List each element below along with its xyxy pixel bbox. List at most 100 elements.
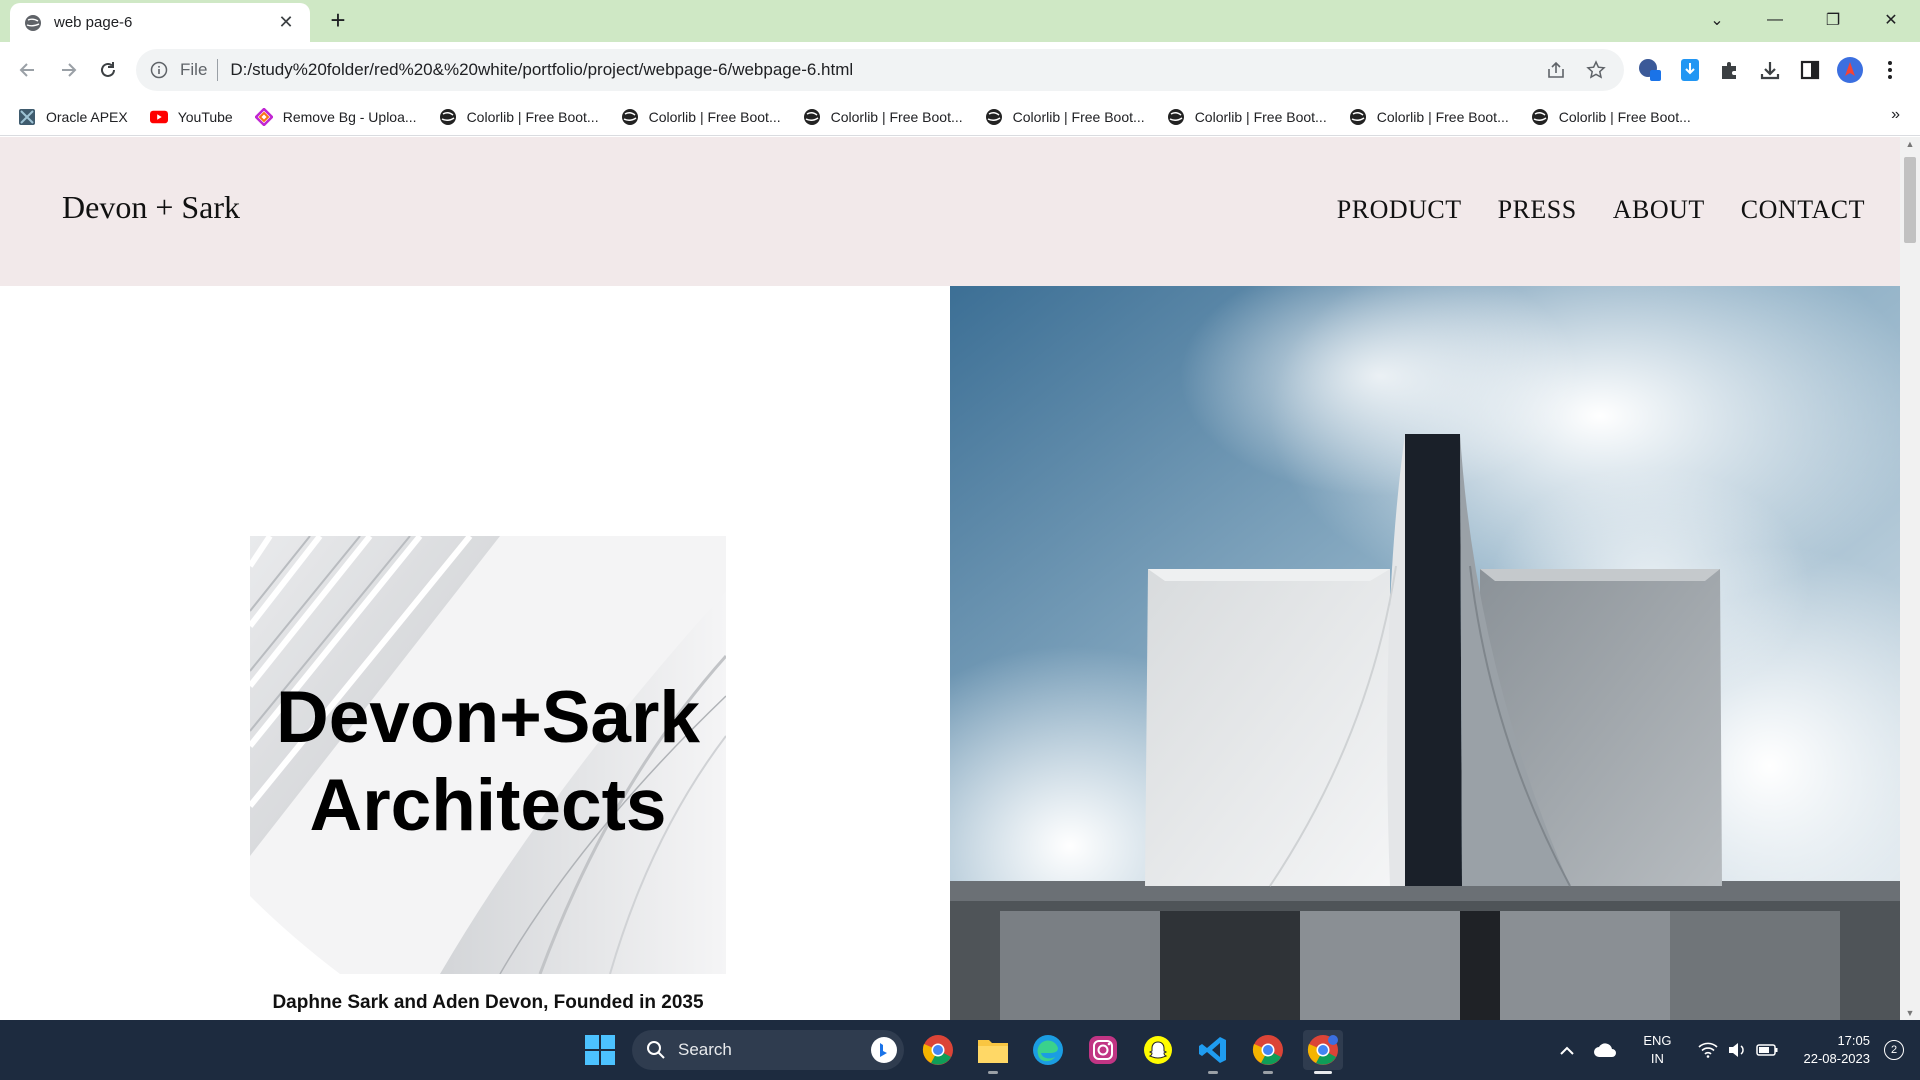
page-scrollbar[interactable]: ▲ ▼ [1900, 137, 1920, 1020]
scroll-up-arrow-icon[interactable]: ▲ [1905, 139, 1915, 149]
bookmark-item[interactable]: Remove Bg - Uploa... [254, 107, 417, 126]
reload-button[interactable] [92, 54, 124, 86]
taskbar-chrome-profile-active-icon[interactable] [1303, 1030, 1343, 1074]
bookmark-item[interactable]: Colorlib | Free Boot... [985, 108, 1145, 126]
clock-date: 22-08-2023 [1803, 1051, 1871, 1066]
colorlib-icon [1167, 108, 1185, 126]
page-viewport: Devon + Sark PRODUCT PRESS ABOUT CONTACT [0, 137, 1920, 1020]
tab-title: web page-6 [54, 14, 133, 31]
taskbar-chrome-icon[interactable] [918, 1030, 958, 1070]
bookmark-label: YouTube [177, 108, 233, 125]
colorlib-icon [439, 108, 457, 126]
site-header: Devon + Sark PRODUCT PRESS ABOUT CONTACT [0, 137, 1900, 286]
taskbar-snapchat-icon[interactable] [1138, 1030, 1178, 1070]
bookmark-label: Colorlib | Free Boot... [1012, 108, 1145, 125]
hero-right-panel [950, 286, 1900, 1020]
new-tab-button[interactable]: + [324, 6, 352, 34]
language-indicator[interactable]: ENG IN [1643, 1032, 1671, 1068]
downloads-icon[interactable] [1756, 54, 1784, 86]
info-icon[interactable] [150, 61, 168, 79]
onedrive-cloud-icon[interactable] [1593, 1042, 1617, 1058]
arrow-left-icon [19, 63, 34, 77]
close-tab-icon[interactable]: ✕ [276, 12, 296, 33]
system-tray: ENG IN 17:05 22-08-2023 2 [1559, 1020, 1920, 1080]
battery-icon[interactable] [1755, 1043, 1778, 1057]
url-text[interactable]: D:/study%20folder/red%20&%20white/portfo… [230, 60, 1544, 80]
taskbar-edge-icon[interactable] [1028, 1030, 1068, 1070]
forward-button[interactable] [52, 54, 84, 86]
site-logo[interactable]: Devon + Sark [62, 189, 240, 226]
bookmark-star-icon[interactable] [1584, 58, 1608, 82]
clock-time: 17:05 [1837, 1033, 1870, 1048]
colorlib-icon [1349, 108, 1367, 126]
restore-button[interactable]: ❐ [1804, 0, 1862, 40]
oracle-apex-icon [18, 108, 36, 126]
colorlib-icon [621, 108, 639, 126]
url-scheme: File [180, 60, 208, 79]
bookmark-item[interactable]: Oracle APEX [18, 108, 128, 126]
arrow-right-icon [62, 63, 77, 77]
bookmarks-overflow-button[interactable]: » [1891, 106, 1900, 124]
hero-title-line-2: Architects [309, 765, 667, 846]
browser-toolbar: File D:/study%20folder/red%20&%20white/p… [0, 42, 1920, 98]
bookmark-item[interactable]: Colorlib | Free Boot... [621, 108, 781, 126]
profile-avatar-icon[interactable] [1836, 54, 1864, 86]
scroll-down-arrow-icon[interactable]: ▼ [1905, 1008, 1915, 1018]
taskbar-vscode-icon[interactable] [1193, 1030, 1233, 1074]
system-clock[interactable]: 17:05 22-08-2023 [1804, 1032, 1871, 1068]
bookmark-item[interactable]: YouTube [149, 108, 233, 126]
removebg-icon [254, 107, 273, 126]
scrollbar-thumb[interactable] [1904, 157, 1916, 243]
windows-start-icon[interactable] [584, 1034, 616, 1066]
windows-taskbar: Search ENG IN 17:05 22-08-2023 2 [0, 1020, 1920, 1080]
bookmark-item[interactable]: Colorlib | Free Boot... [1531, 108, 1691, 126]
address-bar[interactable]: File D:/study%20folder/red%20&%20white/p… [136, 49, 1624, 91]
volume-icon[interactable] [1728, 1042, 1746, 1058]
hero-subtitle: Daphne Sark and Aden Devon, Founded in 2… [272, 992, 704, 1013]
site-nav: PRODUCT PRESS ABOUT CONTACT [1337, 195, 1865, 225]
running-indicator [988, 1071, 998, 1074]
colorlib-icon [985, 108, 1003, 126]
bookmark-label: Remove Bg - Uploa... [282, 108, 417, 125]
taskbar-chrome-2-icon[interactable] [1248, 1030, 1288, 1074]
back-button[interactable] [12, 54, 44, 86]
language-code: ENG [1643, 1033, 1672, 1048]
taskbar-file-explorer-icon[interactable] [973, 1030, 1013, 1074]
browser-menu-icon[interactable] [1876, 54, 1904, 86]
puzzle-extensions-icon[interactable] [1716, 54, 1744, 86]
window-controls: ⌄ — ❐ ✕ [1688, 0, 1920, 40]
running-indicator [1208, 1071, 1218, 1074]
extension-badge-icon[interactable] [1636, 54, 1664, 86]
bookmark-label: Colorlib | Free Boot... [1376, 108, 1509, 125]
side-panel-icon[interactable] [1796, 54, 1824, 86]
download-extension-icon[interactable] [1676, 54, 1704, 86]
bing-icon[interactable] [870, 1036, 898, 1064]
taskbar-apps [918, 1030, 1343, 1074]
tab-search-chevron-icon[interactable]: ⌄ [1688, 0, 1746, 40]
browser-tab-strip: web page-6 ✕ + ⌄ — ❐ ✕ [0, 0, 1920, 42]
hero-architecture-card: Devon+Sark Architects [250, 536, 726, 974]
browser-tab-active[interactable]: web page-6 ✕ [10, 3, 310, 42]
taskbar-instagram-icon[interactable] [1083, 1030, 1123, 1070]
close-window-button[interactable]: ✕ [1862, 0, 1920, 40]
bookmark-label: Colorlib | Free Boot... [1558, 108, 1691, 125]
bookmark-item[interactable]: Colorlib | Free Boot... [1167, 108, 1327, 126]
running-indicator-active [1314, 1071, 1332, 1074]
notification-count-badge[interactable]: 2 [1884, 1040, 1904, 1060]
bookmark-item[interactable]: Colorlib | Free Boot... [1349, 108, 1509, 126]
nav-link-contact[interactable]: CONTACT [1741, 195, 1865, 225]
nav-link-product[interactable]: PRODUCT [1337, 195, 1462, 225]
share-icon[interactable] [1544, 58, 1568, 82]
building-photo [950, 286, 1900, 1020]
taskbar-search-box[interactable]: Search [632, 1030, 904, 1070]
bookmark-item[interactable]: Colorlib | Free Boot... [803, 108, 963, 126]
minimize-button[interactable]: — [1746, 0, 1804, 40]
colorlib-icon [803, 108, 821, 126]
nav-link-about[interactable]: ABOUT [1613, 195, 1705, 225]
bookmark-item[interactable]: Colorlib | Free Boot... [439, 108, 599, 126]
hero-left-panel: Devon+Sark Architects Daphne Sark and Ad… [0, 286, 950, 1020]
chevron-up-icon[interactable] [1559, 1044, 1575, 1056]
running-indicator [1263, 1071, 1273, 1074]
wifi-icon[interactable] [1697, 1042, 1718, 1058]
nav-link-press[interactable]: PRESS [1498, 195, 1577, 225]
